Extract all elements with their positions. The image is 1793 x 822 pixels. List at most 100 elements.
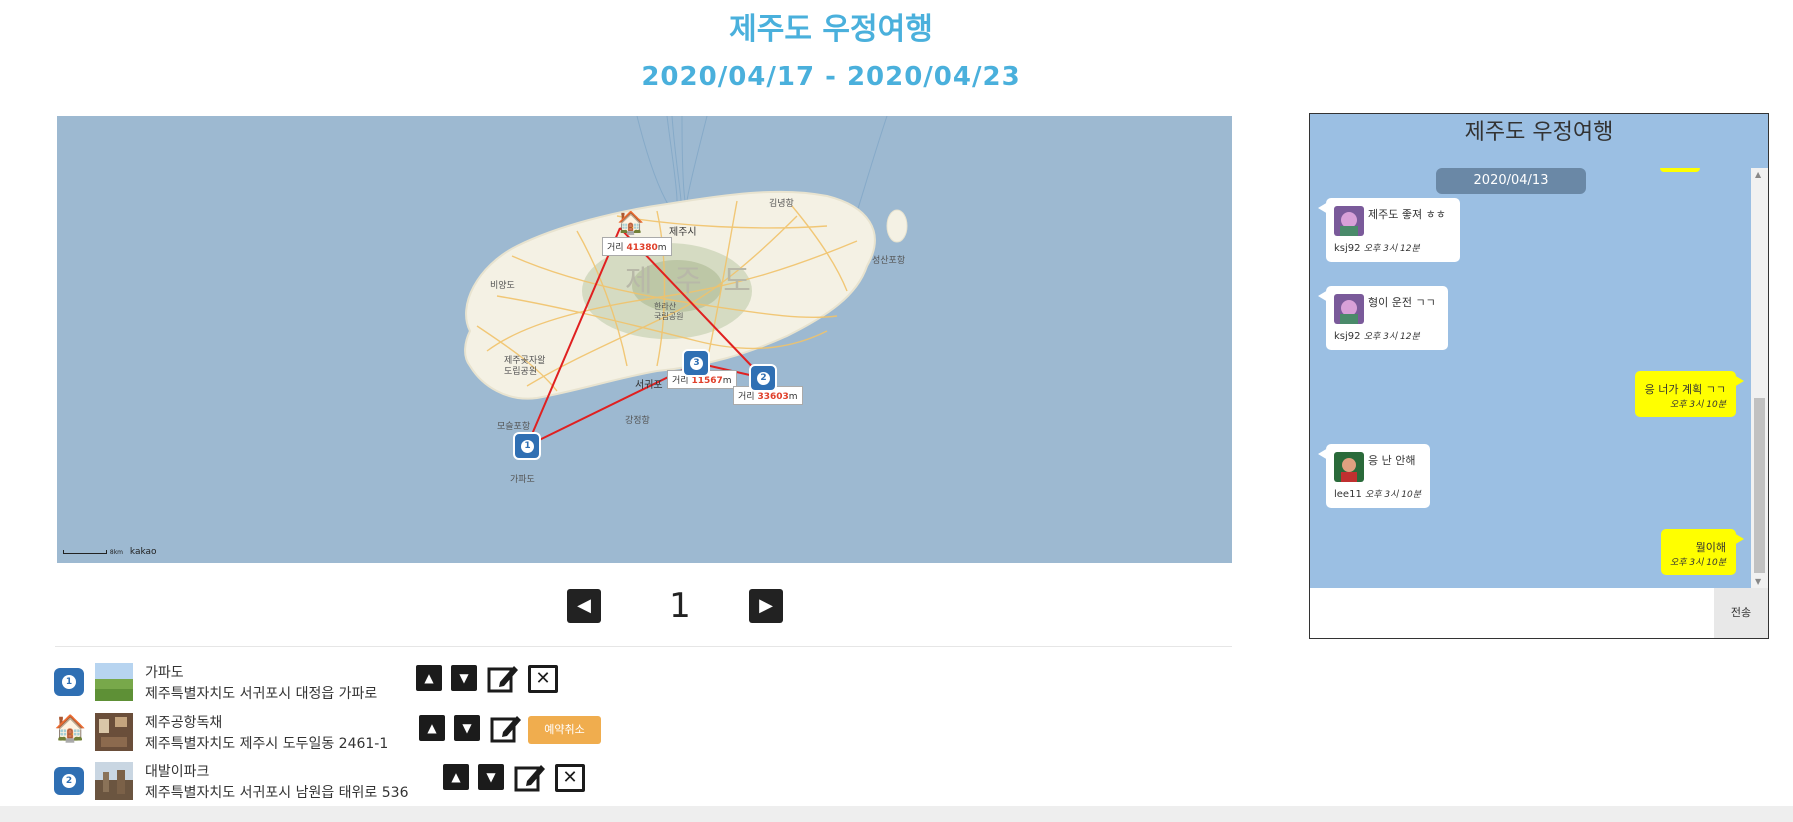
message-text: 형이 운전 ㄱㄱ (1368, 296, 1436, 309)
message-text: 제주도 좋져 ㅎㅎ (1368, 208, 1446, 221)
move-up-button[interactable]: ▲ (416, 665, 442, 691)
chat-message: 응 난 안해 lee11 오후 3시 10분 (1318, 444, 1430, 508)
previous-message-edge (1660, 168, 1700, 172)
avatar (1334, 452, 1364, 482)
scroll-up-icon[interactable]: ▲ (1755, 170, 1761, 179)
chat-messages[interactable]: 2020/04/13 제주도 좋져 ㅎㅎ ksj92 오후 3시 12분 형이 … (1310, 168, 1750, 588)
place-number-badge: 2 (54, 767, 84, 795)
chat-scrollbar[interactable]: ▲ ▼ (1751, 168, 1768, 588)
next-arrow-icon: ▶ (759, 595, 773, 616)
map-scale: 8km kakao (63, 547, 157, 557)
move-up-button[interactable]: ▲ (443, 764, 469, 790)
edit-icon[interactable] (489, 712, 523, 746)
chat-title: 제주도 우정여행 (1310, 114, 1768, 168)
cancel-reservation-button[interactable]: 예약취소 (528, 716, 601, 744)
map-label-gangjeong: 강정항 (625, 416, 650, 426)
chat-message-mine: 응 너가 계획 ㄱㄱ 오후 3시 10분 (1635, 371, 1744, 417)
map-label-moseulpo: 모슬포항 (497, 422, 531, 432)
place-address: 제주특별자치도 제주시 도두일동 2461-1 (145, 736, 389, 752)
message-meta: 오후 3시 10분 (1670, 397, 1726, 410)
move-down-button[interactable]: ▼ (454, 715, 480, 741)
message-time: 오후 3시 12분 (1363, 244, 1420, 254)
message-time: 오후 3시 10분 (1669, 400, 1726, 410)
prev-arrow-icon: ◀ (577, 595, 591, 616)
scale-bar-line (63, 549, 107, 554)
accommodation-marker-icon[interactable]: 🏠 (617, 213, 644, 235)
scroll-down-icon[interactable]: ▼ (1755, 577, 1761, 586)
distance-value: 11567 (691, 376, 723, 386)
distance-prefix: 거리 (738, 392, 755, 402)
message-time: 오후 3시 10분 (1669, 558, 1726, 568)
page-title: 제주도 우정여행 (729, 12, 933, 47)
chat-panel: 제주도 우정여행 2020/04/13 제주도 좋져 ㅎㅎ ksj92 오후 3… (1309, 113, 1769, 639)
map-label-gimnyeong: 김녕항 (769, 199, 794, 209)
prev-day-button[interactable]: ◀ (567, 589, 601, 623)
message-text: 응 난 안해 (1368, 454, 1416, 467)
send-button[interactable]: 전송 (1714, 588, 1768, 638)
chat-message-input[interactable] (1310, 588, 1714, 638)
place-thumbnail (95, 663, 133, 701)
up-arrow-icon: ▲ (427, 721, 437, 735)
current-day-number: 1 (669, 586, 691, 626)
map-label-jejudo: 제 주 도 (625, 264, 757, 299)
move-down-button[interactable]: ▼ (478, 764, 504, 790)
map-label-arboretum: 제주곶자왈 도립공원 (504, 356, 546, 377)
map-label-sleep: 비양도 (490, 281, 515, 291)
move-up-button[interactable]: ▲ (419, 715, 445, 741)
delete-place-button[interactable]: ✕ (555, 764, 585, 792)
scrollbar-thumb[interactable] (1754, 398, 1765, 573)
up-arrow-icon: ▲ (451, 770, 461, 784)
next-day-button[interactable]: ▶ (749, 589, 783, 623)
delete-place-button[interactable]: ✕ (528, 665, 558, 693)
distance-prefix: 거리 (672, 376, 689, 386)
place-number-badge: 1 (54, 668, 84, 696)
message-meta: lee11 오후 3시 10분 (1334, 487, 1421, 500)
place-address: 제주특별자치도 서귀포시 대정읍 가파로 (145, 686, 378, 702)
map-label-hallasan: 한라산 국립공원 (654, 302, 684, 321)
map-label-jeju-city: 제주시 (669, 227, 697, 238)
place-name: 가파도 (145, 665, 184, 681)
map-marker-1[interactable]: 1 (513, 432, 541, 460)
message-text: 뭘이해 (1695, 541, 1726, 554)
distance-value: 33603 (757, 392, 789, 402)
place-thumbnail (95, 762, 133, 800)
chat-input-area: 전송 (1310, 588, 1768, 638)
message-user: lee11 (1334, 489, 1362, 500)
marker-number: 2 (757, 372, 770, 385)
message-meta: 오후 3시 10분 (1670, 555, 1726, 568)
down-arrow-icon: ▼ (486, 770, 496, 784)
map-marker-2[interactable]: 2 (749, 364, 777, 392)
message-meta: ksj92 오후 3시 12분 (1334, 241, 1420, 254)
place-address: 제주특별자치도 서귀포시 남원읍 태위로 536 (145, 785, 409, 801)
up-arrow-icon: ▲ (424, 671, 434, 685)
message-time: 오후 3시 10분 (1365, 490, 1422, 500)
message-meta: ksj92 오후 3시 12분 (1334, 329, 1420, 342)
chat-message: 형이 운전 ㄱㄱ ksj92 오후 3시 12분 (1318, 286, 1448, 350)
avatar (1334, 294, 1364, 324)
message-user: ksj92 (1334, 243, 1361, 254)
horizontal-scrollbar[interactable] (0, 806, 1793, 822)
close-icon: ✕ (562, 767, 578, 788)
route-map[interactable]: 제주시 서귀포 제 주 도 김녕항 성산포항 비양도 모슬포항 가파도 강정항 … (57, 116, 1232, 563)
distance-unit: m (657, 243, 667, 253)
map-label-seogwipo: 서귀포 (635, 380, 663, 391)
distance-prefix: 거리 (607, 243, 624, 253)
divider (55, 646, 1232, 647)
distance-unit: m (722, 376, 732, 386)
place-name: 대발이파크 (145, 764, 210, 780)
chat-message: 제주도 좋져 ㅎㅎ ksj92 오후 3시 12분 (1318, 198, 1460, 262)
accommodation-house-icon: 🏠 (54, 714, 87, 744)
message-time: 오후 3시 12분 (1363, 332, 1420, 342)
move-down-button[interactable]: ▼ (451, 665, 477, 691)
map-canvas (464, 116, 908, 447)
place-name: 제주공항독채 (145, 715, 223, 731)
message-user: ksj92 (1334, 331, 1361, 342)
edit-icon[interactable] (486, 662, 520, 696)
map-marker-3[interactable]: 3 (682, 349, 710, 377)
place-thumbnail (95, 713, 133, 751)
distance-value: 41380 (626, 243, 658, 253)
message-text: 응 너가 계획 ㄱㄱ (1644, 383, 1726, 396)
close-icon: ✕ (535, 668, 551, 689)
edit-icon[interactable] (513, 761, 547, 795)
distance-label: 거리 41380m (602, 237, 672, 256)
